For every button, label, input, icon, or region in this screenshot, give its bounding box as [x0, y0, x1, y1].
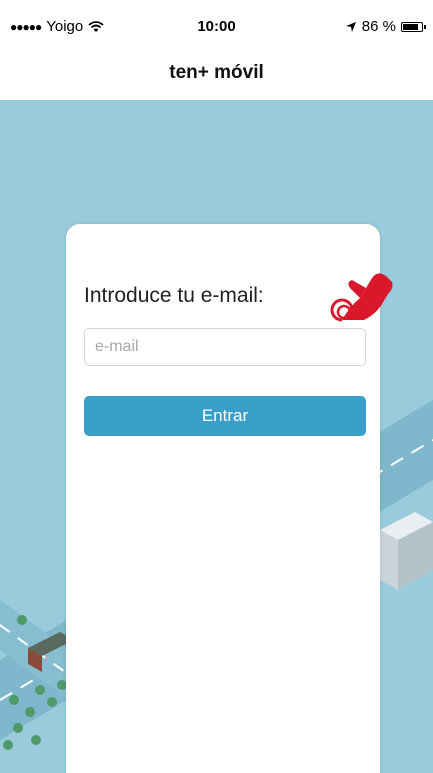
battery-fill	[403, 23, 418, 30]
battery-icon	[401, 21, 426, 32]
status-right: 86 %	[345, 18, 426, 35]
navigation-bar: ten+ móvil	[0, 44, 433, 101]
enter-button[interactable]: Entrar	[84, 396, 366, 436]
email-input[interactable]	[84, 328, 366, 366]
nav-title: ten+ móvil	[169, 62, 264, 83]
email-prompt: Introduce tu e-mail:	[84, 284, 264, 307]
battery-percent: 86 %	[361, 18, 396, 35]
city-background: Introduce tu e-mail: Entrar	[0, 100, 433, 773]
login-card: Introduce tu e-mail: Entrar	[66, 224, 380, 773]
location-arrow-icon	[345, 21, 356, 32]
status-bar: ●●●●● Yoigo 10:00 86 %	[0, 0, 433, 44]
